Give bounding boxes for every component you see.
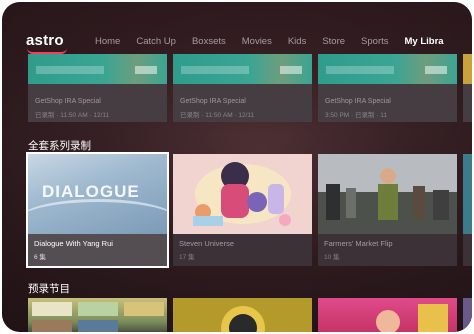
card-title: Steven Universe <box>179 239 235 248</box>
card-info <box>463 84 472 122</box>
card-title: Dialogue With Yang Rui <box>34 239 113 248</box>
card-thumbnail <box>376 304 448 332</box>
nav-item-catch-up[interactable]: Catch Up <box>136 36 176 47</box>
series-card-partial[interactable] <box>463 154 472 266</box>
nav-item-home[interactable]: Home <box>95 36 120 47</box>
recording-card-partial[interactable] <box>463 298 472 332</box>
top-navigation: astro Home Catch Up Boxsets Movies Kids … <box>2 2 472 54</box>
card-title: GetShop IRA Special <box>180 98 246 105</box>
card-title: GetShop IRA Special <box>325 98 391 105</box>
card-subtitle: 已录制 · 11:50 AM · 12/11 <box>180 112 255 119</box>
card-episode-count: 10 集 <box>324 254 340 261</box>
recording-card-partial[interactable] <box>463 54 472 122</box>
market-photo <box>318 154 457 234</box>
card-title: GetShop IRA Special <box>35 98 101 105</box>
tv-screen: astro Home Catch Up Boxsets Movies Kids … <box>2 2 472 332</box>
card-episode-count: 17 集 <box>179 254 195 261</box>
nav-menu: Home Catch Up Boxsets Movies Kids Store … <box>95 36 460 47</box>
card-episode-count: 6 集 <box>34 254 46 261</box>
card-thumbnail <box>221 306 265 332</box>
recording-card[interactable] <box>318 298 457 332</box>
thumbnail-logo-text: DIALOGUE <box>42 182 140 201</box>
card-title: Farmers' Market Flip <box>324 239 393 248</box>
nav-item-sports[interactable]: Sports <box>361 36 388 47</box>
series-card-steven-universe[interactable]: Steven Universe 17 集 <box>173 154 312 266</box>
recording-card[interactable] <box>28 298 167 332</box>
recording-card[interactable] <box>173 298 312 332</box>
card-info <box>463 234 472 266</box>
nav-item-boxsets[interactable]: Boxsets <box>192 36 226 47</box>
card-thumbnail <box>32 302 164 332</box>
card-thumbnail <box>318 154 457 234</box>
section-title-recordings: 预录节目 <box>28 283 70 295</box>
card-subtitle: 已录制 · 11:50 AM · 12/11 <box>35 112 110 119</box>
nav-item-movies[interactable]: Movies <box>242 36 272 47</box>
recording-card[interactable]: GetShop IRA Special 3:50 PM · 已录制 · 11 <box>318 54 457 122</box>
recording-card[interactable]: GetShop IRA Special 已录制 · 11:50 AM · 12/… <box>173 54 312 122</box>
cartoon-artwork <box>173 154 312 234</box>
nav-item-kids[interactable]: Kids <box>288 36 306 47</box>
card-thumbnail <box>173 54 312 84</box>
card-thumbnail <box>318 54 457 84</box>
card-thumbnail: DIALOGUE <box>28 154 167 234</box>
section-title-series: 全套系列录制 <box>28 140 91 152</box>
nav-item-store[interactable]: Store <box>322 36 345 47</box>
astro-logo: astro <box>26 32 64 49</box>
nav-item-my-library[interactable]: My Libra <box>405 36 444 47</box>
series-card-dialogue[interactable]: DIALOGUE Dialogue With Yang Rui 6 集 <box>28 154 167 266</box>
card-thumbnail <box>28 54 167 84</box>
card-thumbnail <box>173 154 312 234</box>
series-card-farmers-market[interactable]: Farmers' Market Flip 10 集 <box>318 154 457 266</box>
card-thumbnail <box>463 54 472 84</box>
recording-card[interactable]: GetShop IRA Special 已录制 · 11:50 AM · 12/… <box>28 54 167 122</box>
card-thumbnail <box>463 154 472 234</box>
card-subtitle: 3:50 PM · 已录制 · 11 <box>325 112 388 119</box>
